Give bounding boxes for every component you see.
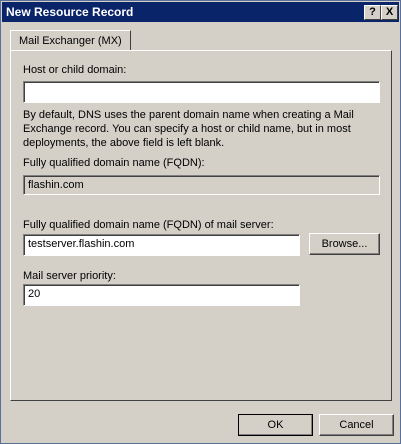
close-button[interactable]: X: [381, 5, 398, 20]
fqdn-field: flashin.com: [23, 175, 380, 195]
tab-mail-exchanger[interactable]: Mail Exchanger (MX): [10, 30, 131, 51]
browse-button[interactable]: Browse...: [309, 233, 380, 255]
new-resource-record-dialog: New Resource Record ? X Mail Exchanger (…: [0, 0, 401, 444]
host-input[interactable]: [23, 81, 380, 103]
description-text: By default, DNS uses the parent domain n…: [23, 109, 354, 149]
fqdn-label: Fully qualified domain name (FQDN):: [23, 157, 205, 169]
title-bar[interactable]: New Resource Record ? X: [2, 2, 399, 22]
tab-strip: Mail Exchanger (MX): [6, 25, 397, 51]
priority-label: Mail server priority:: [23, 270, 116, 282]
help-button[interactable]: ?: [364, 5, 381, 20]
priority-input[interactable]: 20: [23, 284, 300, 306]
tab-panel: Host or child domain: By default, DNS us…: [10, 50, 392, 401]
cancel-button[interactable]: Cancel: [319, 414, 394, 436]
host-label: Host or child domain:: [23, 64, 127, 76]
mail-server-input[interactable]: testserver.flashin.com: [23, 234, 300, 256]
mail-server-label: Fully qualified domain name (FQDN) of ma…: [23, 219, 274, 231]
dialog-title: New Resource Record: [6, 5, 134, 19]
ok-button[interactable]: OK: [238, 414, 313, 436]
